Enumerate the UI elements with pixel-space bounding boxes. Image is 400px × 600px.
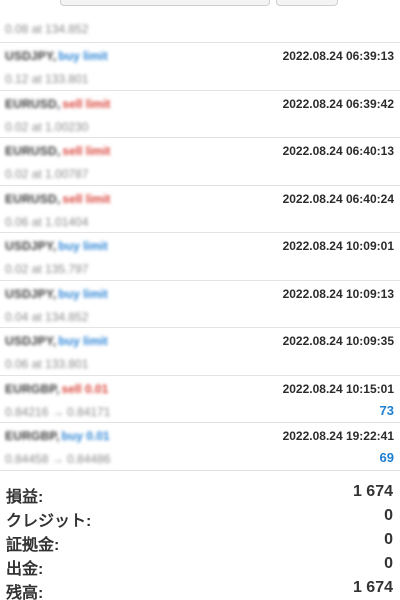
order-header: USDJPY, buy limit bbox=[5, 238, 108, 254]
history-row[interactable]: EURUSD, sell limit 0.02 at 1.00230 2022.08.… bbox=[0, 90, 400, 138]
summary-value: 1 674 bbox=[352, 579, 393, 596]
summary-row-balance: 残高: 1 674 bbox=[0, 576, 400, 600]
order-time: 2022.08.24 10:09:13 bbox=[282, 286, 394, 301]
summary-value: 1 674 bbox=[352, 483, 393, 500]
order-detail: 0.06 at 1.01404 bbox=[5, 214, 89, 229]
order-symbol: USDJPY, bbox=[5, 334, 57, 348]
order-header: USDJPY, buy limit bbox=[5, 286, 108, 302]
top-bar bbox=[0, 0, 400, 8]
order-detail: 0.02 at 1.00230 bbox=[5, 119, 89, 134]
order-detail: 0.04 at 134.852 bbox=[5, 309, 89, 324]
order-type: sell limit bbox=[62, 96, 111, 111]
summary-label: 残高: bbox=[6, 585, 44, 600]
order-detail: 0.06 at 133.801 bbox=[5, 357, 89, 371]
order-type: buy 0.01 bbox=[61, 429, 110, 443]
summary-row-withdrawal: 出金: 0 bbox=[0, 552, 400, 578]
order-profit: 69 bbox=[379, 450, 394, 465]
history-row[interactable]: EURUSD, sell limit 0.02 at 1.00787 2022.08.… bbox=[0, 138, 400, 186]
order-header: EURUSD, sell limit bbox=[5, 143, 110, 159]
summary-value: 0 bbox=[384, 531, 393, 548]
order-type: buy limit bbox=[58, 239, 108, 253]
order-type: sell limit bbox=[62, 191, 111, 206]
order-detail: 0.84458 → 0.84486 bbox=[5, 452, 111, 466]
order-type: buy limit bbox=[58, 334, 108, 348]
order-time: 2022.08.24 10:15:01 bbox=[282, 381, 394, 396]
order-header: EURUSD, sell limit bbox=[5, 96, 110, 112]
history-row[interactable]: EURUSD, sell limit 0.06 at 1.01404 2022.08.… bbox=[0, 185, 400, 233]
order-type: sell limit bbox=[62, 144, 111, 158]
summary-row-profit: 損益: 1 674 bbox=[0, 480, 400, 506]
order-symbol: USDJPY, bbox=[5, 49, 57, 63]
summary-row-credit: クレジット: 0 bbox=[0, 504, 400, 530]
history-row[interactable]: EURGBP, sell 0.01 0.84216 → 0.84171 2022.08… bbox=[0, 375, 400, 423]
order-header: USDJPY, buy limit bbox=[5, 333, 108, 349]
order-symbol: EURGBP, bbox=[5, 429, 60, 443]
order-symbol: EURUSD, bbox=[5, 144, 61, 158]
order-symbol: USDJPY, bbox=[5, 286, 57, 301]
top-segment-right[interactable] bbox=[276, 0, 338, 6]
summary-value: 0 bbox=[384, 507, 393, 524]
order-time: 2022.08.24 10:09:35 bbox=[282, 334, 394, 348]
order-time: 2022.08.24 06:40:13 bbox=[282, 144, 394, 158]
history-row[interactable]: USDJPY, buy limit 0.12 at 133.801 2022.08.2… bbox=[0, 43, 400, 91]
order-type: buy limit bbox=[58, 49, 108, 63]
history-row[interactable]: USDJPY, buy limit 0.02 at 135.797 2022.08.2… bbox=[0, 233, 400, 281]
top-segment-left[interactable] bbox=[60, 0, 270, 6]
order-header: EURUSD, sell limit bbox=[5, 191, 110, 207]
summary-value: 0 bbox=[384, 555, 393, 572]
order-type: sell 0.01 bbox=[61, 381, 109, 396]
order-profit: 73 bbox=[379, 402, 394, 418]
order-header: EURGBP, sell 0.01 bbox=[5, 381, 108, 397]
order-time: 2022.08.24 19:22:41 bbox=[282, 429, 394, 443]
order-time: 2022.08.24 10:09:01 bbox=[282, 239, 394, 253]
history-row[interactable]: USDJPY, buy limit 0.04 at 134.852 2022.08.2… bbox=[0, 280, 400, 328]
order-symbol: USDJPY, bbox=[5, 239, 57, 253]
summary-row-margin: 証拠金: 0 bbox=[0, 528, 400, 554]
order-time: 2022.08.24 06:40:24 bbox=[282, 191, 394, 206]
order-header: EURGBP, buy 0.01 bbox=[5, 428, 110, 444]
order-detail: 0.12 at 133.801 bbox=[5, 72, 89, 86]
order-detail: 0.02 at 135.797 bbox=[5, 262, 89, 276]
order-time: 2022.08.24 06:39:42 bbox=[282, 96, 394, 111]
history-row[interactable]: USDJPY, buy limit 0.06 at 133.801 2022.08.2… bbox=[0, 328, 400, 376]
order-symbol: EURGBP, bbox=[5, 381, 60, 396]
order-detail: 0.02 at 1.00787 bbox=[5, 167, 89, 181]
order-detail: 0.84216 → 0.84171 bbox=[5, 404, 111, 419]
order-header: USDJPY, buy limit bbox=[5, 48, 108, 64]
order-detail: 0.08 at 134.852 bbox=[5, 22, 89, 36]
order-time: 2022.08.24 06:39:13 bbox=[282, 49, 394, 63]
history-row[interactable]: EURGBP, buy 0.01 0.84458 → 0.84486 2022.08.… bbox=[0, 423, 400, 471]
order-type: buy limit bbox=[58, 286, 108, 301]
order-symbol: EURUSD, bbox=[5, 96, 61, 111]
order-symbol: EURUSD, bbox=[5, 191, 61, 206]
